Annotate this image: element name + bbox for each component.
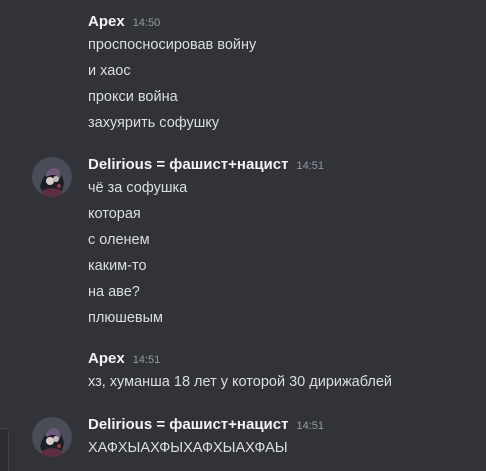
panel-edge bbox=[0, 428, 9, 471]
message-header: Apex 14:51 bbox=[88, 350, 160, 372]
timestamp[interactable]: 14:51 bbox=[133, 354, 161, 366]
message-line: с оленем bbox=[88, 232, 150, 248]
message-header: Delirious = фашист+нацист 14:51 bbox=[88, 156, 324, 178]
chat-messages: Apex 14:50 проспосносировав войну и хаос… bbox=[0, 0, 486, 471]
timestamp[interactable]: 14:51 bbox=[296, 160, 324, 172]
username[interactable]: Delirious = фашист+нацист bbox=[88, 156, 288, 173]
avatar[interactable] bbox=[32, 157, 72, 197]
message-line: чё за софушка bbox=[88, 180, 188, 196]
message-line: захуярить софушку bbox=[88, 115, 220, 131]
timestamp[interactable]: 14:51 bbox=[296, 420, 324, 432]
message-header: Delirious = фашист+нацист 14:51 bbox=[88, 416, 324, 438]
avatar-icon bbox=[32, 157, 72, 197]
message-line: которая bbox=[88, 206, 141, 222]
message-header: Apex 14:50 bbox=[88, 13, 160, 35]
message-line: плюшевым bbox=[88, 310, 163, 326]
message-line: и хаос bbox=[88, 63, 131, 79]
username[interactable]: Apex bbox=[88, 13, 125, 30]
avatar-icon bbox=[32, 417, 72, 457]
message-line: прокси война bbox=[88, 89, 178, 105]
message-line: ХАФХЫАХФЫХАФХЫАХФАЫ bbox=[88, 440, 288, 456]
timestamp[interactable]: 14:50 bbox=[133, 17, 161, 29]
avatar[interactable] bbox=[32, 417, 72, 457]
message-line: хз, хуманша 18 лет у которой 30 дирижабл… bbox=[88, 374, 393, 390]
username[interactable]: Apex bbox=[88, 350, 125, 367]
message-line: на аве? bbox=[88, 284, 140, 300]
username[interactable]: Delirious = фашист+нацист bbox=[88, 416, 288, 433]
message-line: проспосносировав войну bbox=[88, 37, 257, 53]
message-line: каким-то bbox=[88, 258, 147, 274]
